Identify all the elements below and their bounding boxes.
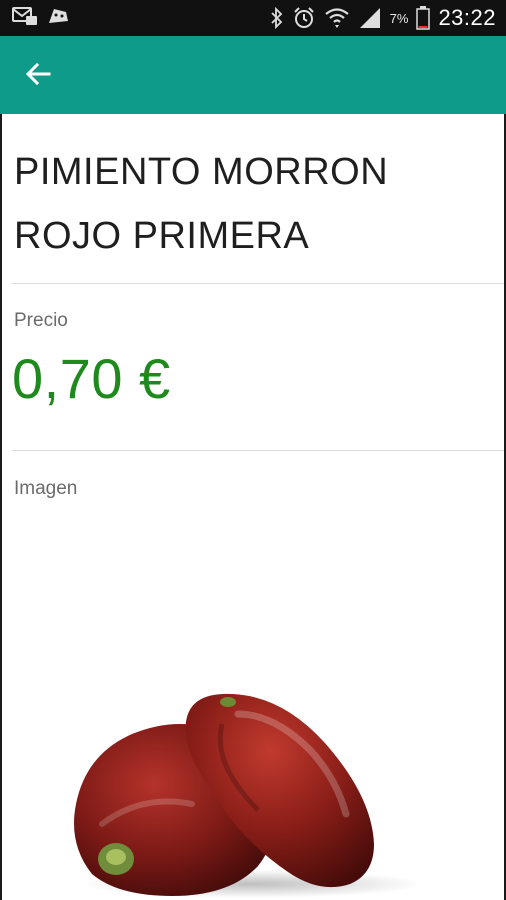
price-value: 0,70 € [12, 347, 171, 410]
product-name: PIMIENTO MORRON ROJO PRIMERA [14, 151, 389, 257]
back-button[interactable] [18, 56, 58, 96]
product-detail: PIMIENTO MORRON ROJO PRIMERA Precio 0,70… [2, 114, 504, 900]
arrow-left-icon [25, 62, 51, 91]
wifi-icon [324, 6, 350, 30]
app-bar [0, 36, 506, 114]
divider [12, 450, 504, 451]
clock: 23:22 [438, 5, 496, 30]
image-label: Imagen [14, 478, 78, 499]
divider [12, 283, 504, 284]
status-bar: 7% 23:22 [0, 0, 506, 36]
android-icon [46, 5, 70, 27]
bluetooth-icon [270, 7, 284, 29]
price-label: Precio [14, 310, 68, 331]
battery-icon [416, 6, 431, 30]
status-right-icons: 7% 23:22 [270, 2, 496, 34]
battery-percent: 7% [389, 10, 409, 26]
status-left-icons [12, 5, 70, 27]
signal-icon [358, 6, 382, 30]
mail-icon [12, 5, 38, 27]
product-image [74, 693, 422, 898]
alarm-icon [292, 6, 316, 30]
